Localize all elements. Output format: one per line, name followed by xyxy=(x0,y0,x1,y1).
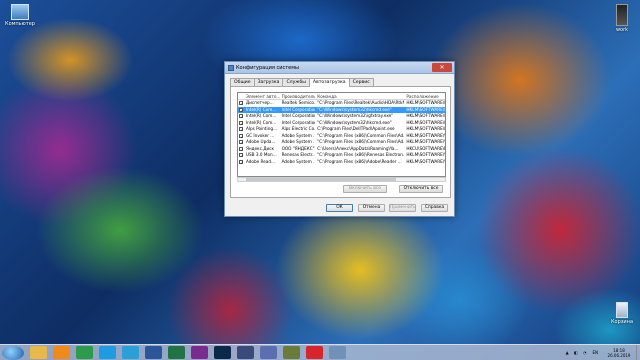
tab-tools[interactable]: Сервис xyxy=(348,78,374,86)
recycle-bin-icon xyxy=(616,302,628,318)
startup-checkbox[interactable]: ✓ xyxy=(239,146,244,151)
taskbar: ▲ ◧ ◔ EN 18:18 26.06.2019 xyxy=(0,344,640,360)
clock-date: 26.06.2019 xyxy=(607,352,631,358)
desktop-icon-label: Корзина xyxy=(610,319,634,325)
horizontal-scrollbar[interactable] xyxy=(237,177,446,182)
chrome-icon[interactable] xyxy=(76,346,93,359)
apply-button[interactable]: Применить xyxy=(389,204,416,212)
table-row[interactable]: ✓ Adobe Read... Adobe System ... "C:\Progra… xyxy=(238,159,445,166)
media-player-icon[interactable] xyxy=(53,346,70,359)
desktop-icon-recycle-bin[interactable]: Корзина xyxy=(604,302,640,325)
word-icon[interactable] xyxy=(145,346,162,359)
game-icon[interactable] xyxy=(283,346,300,359)
help-button[interactable]: Справка xyxy=(421,204,448,212)
table-header: Элемент авто... Производитель Команда Ра… xyxy=(238,93,445,100)
cell-manufacturer: Adobe System ... xyxy=(281,158,316,164)
close-button[interactable]: ✕ xyxy=(432,63,452,72)
column-header-item[interactable]: Элемент авто... xyxy=(245,93,280,99)
tab-boot[interactable]: Загрузка xyxy=(253,78,284,86)
desktop-icon-work[interactable]: work xyxy=(604,4,640,33)
folder-icon xyxy=(616,4,628,26)
startup-checkbox[interactable]: ✓ xyxy=(239,140,244,145)
cell-item: Adobe Read... xyxy=(245,158,276,164)
startup-checkbox[interactable]: ✓ xyxy=(239,107,244,112)
desktop-icon-label: Компьютер xyxy=(5,21,35,27)
startup-checkbox[interactable]: ✓ xyxy=(239,153,244,158)
column-header-command[interactable]: Команда xyxy=(315,93,404,99)
ok-button[interactable]: ОК xyxy=(326,204,353,212)
desktop-icon-computer[interactable]: Компьютер xyxy=(2,4,38,27)
app-icon[interactable] xyxy=(237,346,254,359)
tab-services[interactable]: Службы xyxy=(282,78,310,86)
startup-checkbox[interactable]: ✓ xyxy=(239,159,244,164)
column-header-manufacturer[interactable]: Производитель xyxy=(280,93,316,99)
startup-checkbox[interactable]: ✓ xyxy=(239,114,244,119)
tab-general[interactable]: Общие xyxy=(230,78,255,86)
startup-table: Элемент авто... Производитель Команда Ра… xyxy=(237,92,446,177)
scrollbar-thumb[interactable] xyxy=(246,178,396,181)
cancel-button[interactable]: Отмена xyxy=(358,204,385,212)
explorer-icon[interactable] xyxy=(30,346,47,359)
computer-icon xyxy=(11,4,29,20)
tray-icons: ▲ ◧ ◔ xyxy=(565,350,589,355)
dialog-title: Конфигурация системы xyxy=(236,64,299,71)
cell-command: "C:\Program Files (x86)\Adobe\Reader ... xyxy=(317,158,402,164)
msconfig-icon[interactable] xyxy=(329,346,346,359)
excel-icon[interactable] xyxy=(168,346,185,359)
telegram-icon[interactable] xyxy=(122,346,139,359)
startup-panel: Элемент авто... Производитель Команда Ра… xyxy=(230,86,451,198)
tab-startup[interactable]: Автозагрузка xyxy=(308,78,350,87)
tab-strip: Общие Загрузка Службы Автозагрузка Серви… xyxy=(230,78,454,87)
show-desktop-button[interactable] xyxy=(636,345,640,360)
enable-all-button[interactable]: Включить все xyxy=(343,185,387,193)
dialog-titlebar[interactable]: Конфигурация системы ✕ xyxy=(225,62,454,74)
photoshop-icon[interactable] xyxy=(214,346,231,359)
cell-location: HKLM\SOFTWARE\W... xyxy=(406,158,445,164)
startup-checkbox[interactable]: ✓ xyxy=(239,127,244,132)
system-configuration-dialog: Конфигурация системы ✕ Общие Загрузка Сл… xyxy=(224,61,455,217)
skype-icon[interactable] xyxy=(99,346,116,359)
column-header-location[interactable]: Расположение xyxy=(404,93,445,99)
startup-checkbox[interactable]: ✓ xyxy=(239,120,244,125)
msconfig-app-icon xyxy=(228,64,234,71)
language-indicator[interactable]: EN xyxy=(592,350,598,355)
virtualbox-icon[interactable] xyxy=(260,346,277,359)
start-button[interactable] xyxy=(2,345,24,360)
disable-all-button[interactable]: Отключить все xyxy=(399,185,443,193)
startup-checkbox[interactable]: ✓ xyxy=(239,101,244,106)
startup-checkbox[interactable]: ✓ xyxy=(239,133,244,138)
desktop-icon-label: work xyxy=(615,27,629,33)
clock[interactable]: 18:18 26.06.2019 xyxy=(602,348,636,358)
system-tray: ▲ ◧ ◔ EN 18:18 26.06.2019 xyxy=(566,345,640,360)
record-icon[interactable] xyxy=(306,346,323,359)
premiere-icon[interactable] xyxy=(191,346,208,359)
